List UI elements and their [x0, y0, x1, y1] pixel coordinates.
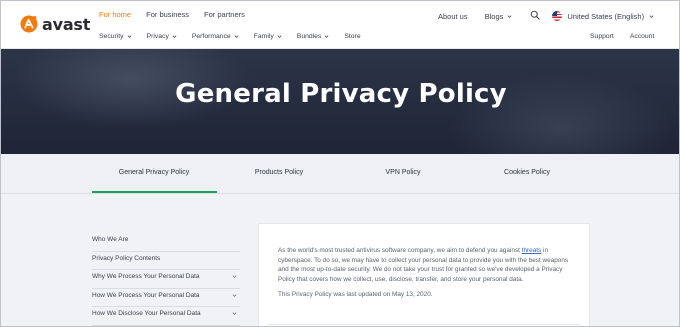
- sidebar-item-why-we-process[interactable]: Why We Process Your Personal Data: [92, 270, 240, 289]
- tab-cookies-policy[interactable]: Cookies Policy: [465, 169, 589, 176]
- nav-account[interactable]: Account: [630, 33, 655, 40]
- page-title: General Privacy Policy: [175, 79, 507, 109]
- avast-logo-icon: [20, 15, 38, 33]
- tab-products-policy[interactable]: Products Policy: [217, 169, 341, 176]
- chevron-down-icon: [232, 312, 237, 315]
- nav-security-label: Security: [99, 33, 124, 40]
- nav-privacy[interactable]: Privacy: [147, 33, 177, 40]
- nav-support[interactable]: Support: [590, 33, 614, 40]
- tab-vpn-policy[interactable]: VPN Policy: [341, 169, 465, 176]
- search-icon[interactable]: [530, 10, 540, 22]
- intro-paragraph: As the world's most trusted antivirus so…: [278, 246, 573, 284]
- nav-privacy-label: Privacy: [146, 33, 169, 40]
- policy-intro-card: As the world's most trusted antivirus so…: [258, 223, 590, 326]
- nav-performance[interactable]: Performance: [192, 33, 239, 40]
- nav-for-business[interactable]: For business: [146, 10, 189, 19]
- nav-bundles[interactable]: Bundles: [297, 33, 330, 40]
- divider: [267, 324, 581, 325]
- site-header: avast For home For business For partners…: [1, 1, 679, 49]
- sidebar-item-label: How We Disclose Your Personal Data: [92, 310, 201, 317]
- nav-family-label: Family: [253, 33, 274, 40]
- right-nav: About us Blogs United States (English): [438, 10, 654, 22]
- language-label: United States (English): [567, 11, 645, 21]
- nav-store[interactable]: Store: [344, 33, 360, 40]
- chevron-down-icon: [232, 293, 237, 297]
- chevron-down-icon: [324, 35, 329, 38]
- intro-text-start: As the world's most trusted antivirus so…: [278, 247, 522, 254]
- sidebar-item-label: How We Process Your Personal Data: [92, 291, 200, 299]
- threats-link[interactable]: threats: [522, 247, 542, 254]
- nav-bundles-label: Bundles: [296, 33, 322, 40]
- last-updated-text: This Privacy Policy was last updated on …: [278, 291, 433, 298]
- page-frame: avast For home For business For partners…: [0, 0, 680, 327]
- nav-blogs[interactable]: Blogs: [485, 12, 513, 21]
- nav-blogs-label: Blogs: [484, 11, 504, 21]
- nav-security[interactable]: Security: [99, 33, 132, 40]
- policy-sidebar: Who We Are Privacy Policy Contents Why W…: [92, 233, 240, 326]
- account-nav: Support Account: [590, 33, 654, 40]
- nav-about-us[interactable]: About us: [438, 12, 468, 21]
- avast-logo[interactable]: avast: [19, 14, 90, 34]
- sidebar-item-label: Privacy Policy Contents: [92, 254, 161, 262]
- chevron-down-icon: [507, 14, 512, 18]
- nav-performance-label: Performance: [191, 33, 231, 40]
- top-nav: For home For business For partners: [99, 10, 245, 19]
- policy-tabs: General Privacy Policy Products Policy V…: [1, 154, 679, 194]
- nav-for-partners[interactable]: For partners: [204, 10, 245, 19]
- chevron-down-icon: [234, 35, 239, 38]
- active-tab-indicator: [92, 191, 217, 193]
- tab-general-privacy-policy[interactable]: General Privacy Policy: [92, 169, 216, 176]
- chevron-down-icon: [649, 14, 654, 18]
- sidebar-item-how-we-disclose[interactable]: How We Disclose Your Personal Data: [92, 307, 240, 326]
- sidebar-item-who-we-are[interactable]: Who We Are: [92, 233, 240, 252]
- language-selector[interactable]: United States (English): [552, 11, 654, 21]
- sidebar-item-label: Who We Are: [92, 236, 129, 243]
- chevron-down-icon: [172, 35, 177, 38]
- nav-family[interactable]: Family: [254, 33, 282, 40]
- logo-text: avast: [42, 14, 91, 34]
- chevron-down-icon: [277, 35, 282, 38]
- hero-banner: General Privacy Policy: [1, 49, 679, 154]
- sidebar-item-privacy-policy-contents[interactable]: Privacy Policy Contents: [92, 252, 240, 270]
- sidebar-item-label: Why We Process Your Personal Data: [92, 273, 200, 280]
- chevron-down-icon: [232, 275, 237, 278]
- us-flag-icon: [552, 11, 563, 21]
- product-nav: Security Privacy Performance Family Bund…: [99, 33, 376, 40]
- chevron-down-icon: [127, 35, 131, 38]
- nav-for-home[interactable]: For home: [99, 10, 131, 19]
- sidebar-item-how-we-process[interactable]: How We Process Your Personal Data: [92, 289, 240, 307]
